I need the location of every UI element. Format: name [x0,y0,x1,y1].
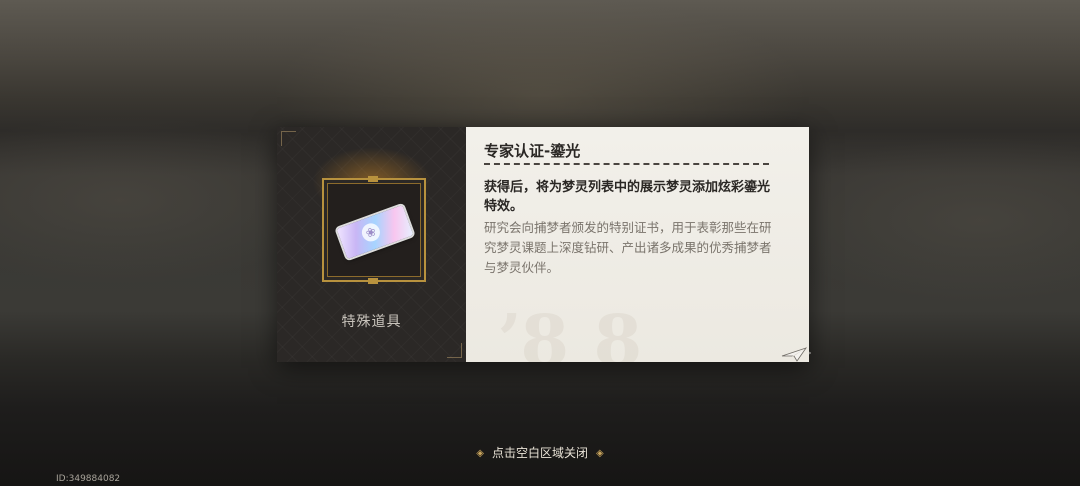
item-effect-text: 获得后，将为梦灵列表中的展示梦灵添加炫彩鎏光特效。 [484,180,771,214]
background-watermark: ʼ8 8 [496,299,643,362]
frame-notch [368,176,378,182]
title-divider [484,163,769,165]
item-detail-card: ❀ 特殊道具 ʼ8 8 专家认证-鎏光 获得后，将为梦灵列表中的展示梦灵添加炫彩… [277,127,809,362]
certificate-card-icon: ❀ [336,204,414,260]
item-type-label: 特殊道具 [341,314,402,330]
paper-plane-icon [781,347,811,362]
item-icon-frame: ❀ [322,176,426,284]
dream-spirit-emblem-icon: ❀ [359,220,383,244]
corner-ornament [281,131,296,146]
diamond-ornament-icon: ◈ [596,448,604,459]
close-hint[interactable]: ◈ 点击空白区域关闭 ◈ [0,444,1080,461]
item-title: 专家认证-鎏光 [484,142,581,160]
frame-notch [368,278,378,284]
user-id: ID:349884082 [56,474,121,484]
corner-ornament [447,343,462,358]
diamond-ornament-icon: ◈ [476,448,484,459]
close-hint-label: 点击空白区域关闭 [491,446,588,460]
item-info-panel: ʼ8 8 专家认证-鎏光 获得后，将为梦灵列表中的展示梦灵添加炫彩鎏光特效。 研… [466,127,809,362]
item-preview-panel: ❀ 特殊道具 [277,127,466,362]
item-description-text: 研究会向捕梦者颁发的特别证书，用于表彰那些在研究梦灵课题上深度钻研、产出诸多成果… [484,220,772,275]
